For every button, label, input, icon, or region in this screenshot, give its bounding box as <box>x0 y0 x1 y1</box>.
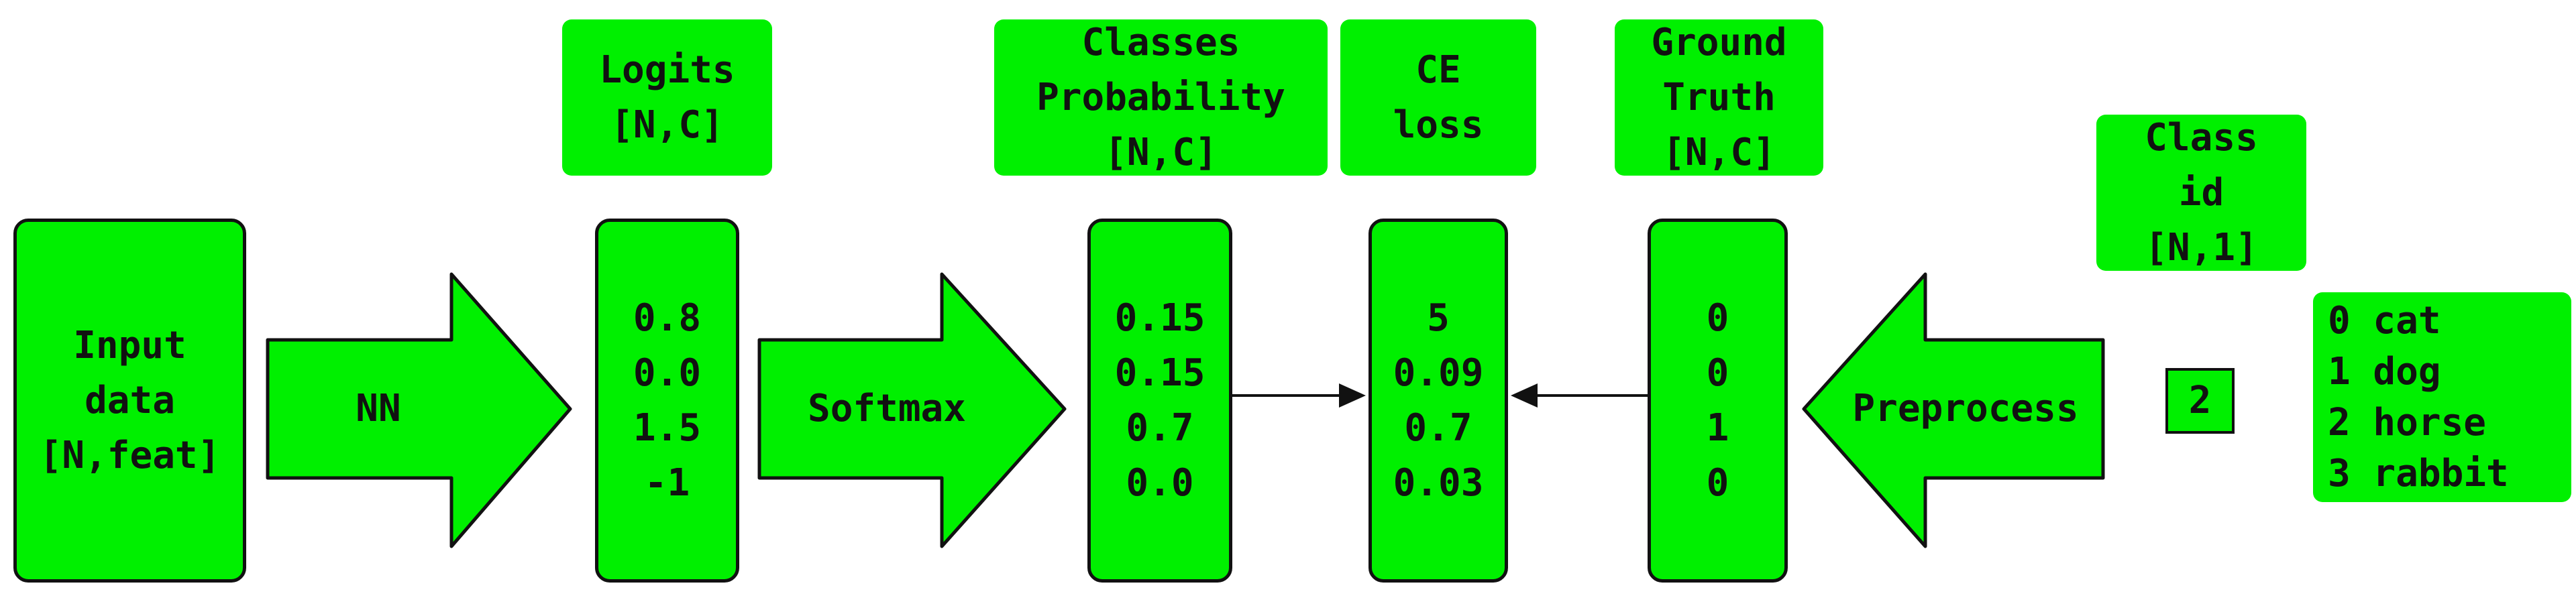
class-id-value-box: 2 <box>2165 368 2235 434</box>
text-line: data <box>85 378 175 422</box>
ground-truth-label: Ground Truth [N,C] <box>1615 19 1823 176</box>
probability-label: Classes Probability [N,C] <box>994 19 1328 176</box>
class-legend: 0 cat 1 dog 2 horse 3 rabbit <box>2313 292 2571 502</box>
text-line: Truth <box>1662 75 1776 119</box>
ce-loss-label: CE loss <box>1340 19 1536 176</box>
text-line: CE <box>1415 48 1461 92</box>
text-line: [N,C] <box>610 103 724 147</box>
value: 0.7 <box>1404 406 1472 450</box>
nn-arrow-label: NN <box>356 387 401 430</box>
preprocess-arrow-label: Preprocess <box>1852 387 2079 430</box>
value: 5 <box>1427 296 1450 340</box>
ce-loss-column: 5 0.09 0.7 0.03 <box>1368 219 1508 583</box>
value: 0.0 <box>633 351 702 395</box>
value: 0.7 <box>1126 406 1194 450</box>
value: 1 <box>1706 406 1729 450</box>
value: 2 <box>2188 379 2212 422</box>
text-line: [N,C] <box>1104 130 1218 174</box>
value: 0.03 <box>1393 461 1484 505</box>
arrowhead-icon <box>1511 383 1538 408</box>
softmax-arrow-label: Softmax <box>807 387 966 430</box>
logits-column: 0.8 0.0 1.5 -1 <box>595 219 739 583</box>
value: 0.15 <box>1114 351 1205 395</box>
value: 0 <box>1706 351 1729 395</box>
text-line: Logits <box>599 48 735 92</box>
text-line: [N,feat] <box>39 433 221 477</box>
value: 0.15 <box>1114 296 1205 340</box>
value: 0 <box>1706 461 1729 505</box>
value: 0.0 <box>1126 461 1194 505</box>
ground-truth-column: 0 0 1 0 <box>1648 219 1788 583</box>
text-line: Probability <box>1036 75 1285 119</box>
value: -1 <box>644 461 690 505</box>
legend-item: 2 horse <box>2328 400 2487 444</box>
text-line: Input <box>73 323 186 367</box>
value: 0 <box>1706 296 1729 340</box>
text-line: [N,1] <box>2145 225 2258 269</box>
logits-label: Logits [N,C] <box>562 19 772 176</box>
text-line: Class <box>2145 115 2258 160</box>
legend-item: 3 rabbit <box>2328 451 2509 495</box>
text-line: id <box>2178 170 2224 215</box>
input-data-box: Input data [N,feat] <box>13 219 246 583</box>
text-line: loss <box>1393 103 1484 147</box>
value: 1.5 <box>633 406 702 450</box>
text-line: [N,C] <box>1662 130 1776 174</box>
text-line: Ground <box>1651 20 1787 64</box>
class-id-label: Class id [N,1] <box>2096 115 2306 271</box>
text-line: Classes <box>1081 20 1240 64</box>
legend-item: 0 cat <box>2328 298 2441 343</box>
value: 0.8 <box>633 296 702 340</box>
legend-item: 1 dog <box>2328 349 2441 393</box>
probability-column: 0.15 0.15 0.7 0.0 <box>1087 219 1232 583</box>
value: 0.09 <box>1393 351 1484 395</box>
arrowhead-icon <box>1339 383 1366 408</box>
